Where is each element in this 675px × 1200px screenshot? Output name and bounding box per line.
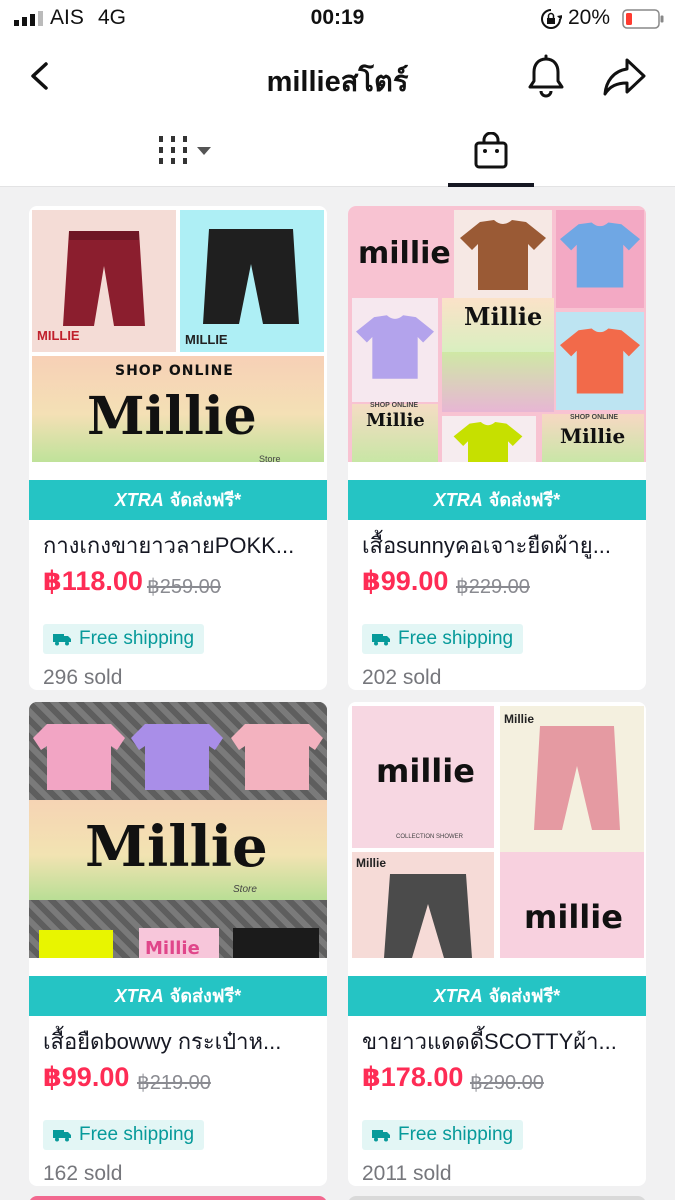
tshirt-image [356, 315, 434, 379]
product-price: ฿99.00 [43, 1062, 130, 1092]
pants-image [534, 726, 620, 830]
tshirt-image [231, 724, 323, 790]
store-logo-text: Millie [85, 814, 268, 880]
tab-products[interactable] [448, 114, 534, 187]
sold-count: 162 sold [43, 1162, 123, 1185]
tshirt-image [131, 724, 223, 790]
battery-icon [622, 9, 664, 29]
product-grid: MILLIE MILLIE SHOP ONLINE Millie Store X… [0, 188, 675, 1200]
free-shipping-banner: XTRA จัดส่งฟรี* [348, 480, 646, 520]
product-card[interactable]: millie Millie SHOP ONLINE Millie SHOP ON… [348, 206, 646, 690]
product-card[interactable]: Millie Store Millie XTRA จัดส่งฟรี* เสื้อ… [29, 702, 327, 1186]
free-shipping-banner: XTRA จัดส่งฟรี* [29, 976, 327, 1016]
image-label: Millie [504, 712, 535, 726]
truck-icon [372, 1129, 390, 1142]
tshirt-image [560, 328, 640, 394]
notification-bell-icon[interactable] [524, 54, 568, 98]
active-tab-indicator [448, 183, 534, 187]
product-price: ฿118.00 [43, 566, 143, 596]
store-logo-text: Millie [145, 938, 200, 958]
tab-grid-filter[interactable] [120, 114, 250, 187]
store-logo-text: Millie [464, 302, 543, 331]
pants-image [203, 229, 299, 324]
tshirt-image [560, 222, 640, 288]
store-logo-text: millie [376, 752, 475, 790]
truck-icon [53, 1129, 71, 1142]
tshirt-image [460, 220, 546, 290]
shop-online-text: SHOP ONLINE [115, 363, 234, 379]
product-card[interactable]: MILLIE MILLIE SHOP ONLINE Millie Store X… [29, 206, 327, 690]
product-name: เสื้อยืดbowwy กระเป๋าห... [43, 1029, 282, 1054]
pants-image [63, 231, 145, 326]
product-price: ฿99.00 [362, 566, 449, 596]
grid-icon [159, 136, 211, 164]
store-subtitle: Store [233, 884, 257, 895]
sold-count: 202 sold [362, 666, 442, 689]
original-price: ฿229.00 [456, 576, 530, 598]
original-price: ฿259.00 [147, 576, 221, 598]
store-logo-text: Millie [560, 424, 626, 448]
free-shipping-badge: Free shipping [43, 1120, 205, 1150]
collection-text: COLLECTION SHOWER [396, 834, 464, 840]
store-logo-text: Millie [87, 386, 257, 447]
status-bar: AIS 4G 00:19 20% [0, 0, 675, 40]
share-arrow-icon[interactable] [600, 54, 648, 98]
image-label: MILLIE [185, 332, 228, 347]
free-shipping-banner: XTRA จัดส่งฟรี* [348, 976, 646, 1016]
product-name: ขายาวแดดดี้SCOTTYผ้า... [362, 1029, 617, 1054]
sold-count: 296 sold [43, 666, 123, 689]
product-image: Millie Store Millie [29, 702, 327, 958]
pants-image [384, 874, 472, 958]
free-shipping-badge: Free shipping [362, 624, 524, 654]
product-name: เสื้อsunnyคอเจาะยืดผ้ายู... [362, 533, 612, 558]
shop-online-text: SHOP ONLINE [570, 414, 619, 421]
product-card[interactable] [29, 1196, 327, 1200]
truck-icon [53, 633, 71, 646]
image-label: MILLIE [37, 328, 80, 343]
page-title: millieสโตร์ [266, 66, 409, 98]
original-price: ฿219.00 [137, 1072, 211, 1094]
product-image: MILLIE MILLIE SHOP ONLINE Millie Store [29, 206, 327, 462]
shop-online-text: SHOP ONLINE [370, 402, 419, 409]
store-subtitle: Store [259, 454, 281, 462]
shopping-bag-icon [474, 132, 508, 169]
tab-bar [0, 114, 675, 187]
rotation-lock-icon [541, 9, 562, 29]
free-shipping-banner: XTRA จัดส่งฟรี* [29, 480, 327, 520]
store-logo-text: millie [358, 236, 451, 271]
image-label: Millie [356, 856, 387, 870]
free-shipping-badge: Free shipping [362, 1120, 524, 1150]
product-price: ฿178.00 [362, 1062, 464, 1092]
product-card[interactable]: millie COLLECTION SHOWER Millie Millie m… [348, 702, 646, 1186]
top-navigation-bar: millieสโตร์ [0, 40, 675, 114]
product-name: กางเกงขายาวลายPOKK... [43, 533, 295, 558]
original-price: ฿290.00 [470, 1072, 544, 1094]
free-shipping-badge: Free shipping [43, 624, 205, 654]
truck-icon [372, 633, 390, 646]
product-image: millie COLLECTION SHOWER Millie Millie m… [348, 702, 646, 958]
tshirt-image [33, 724, 125, 790]
sold-count: 2011 sold [362, 1162, 452, 1185]
chevron-down-icon [197, 147, 211, 155]
store-logo-text: millie [524, 898, 623, 936]
tshirt-image [453, 422, 523, 462]
product-image: millie Millie SHOP ONLINE Millie SHOP ON… [348, 206, 646, 462]
product-card[interactable] [348, 1196, 646, 1200]
store-logo-text: Millie [366, 410, 425, 431]
battery-percentage: 20% [568, 6, 611, 29]
